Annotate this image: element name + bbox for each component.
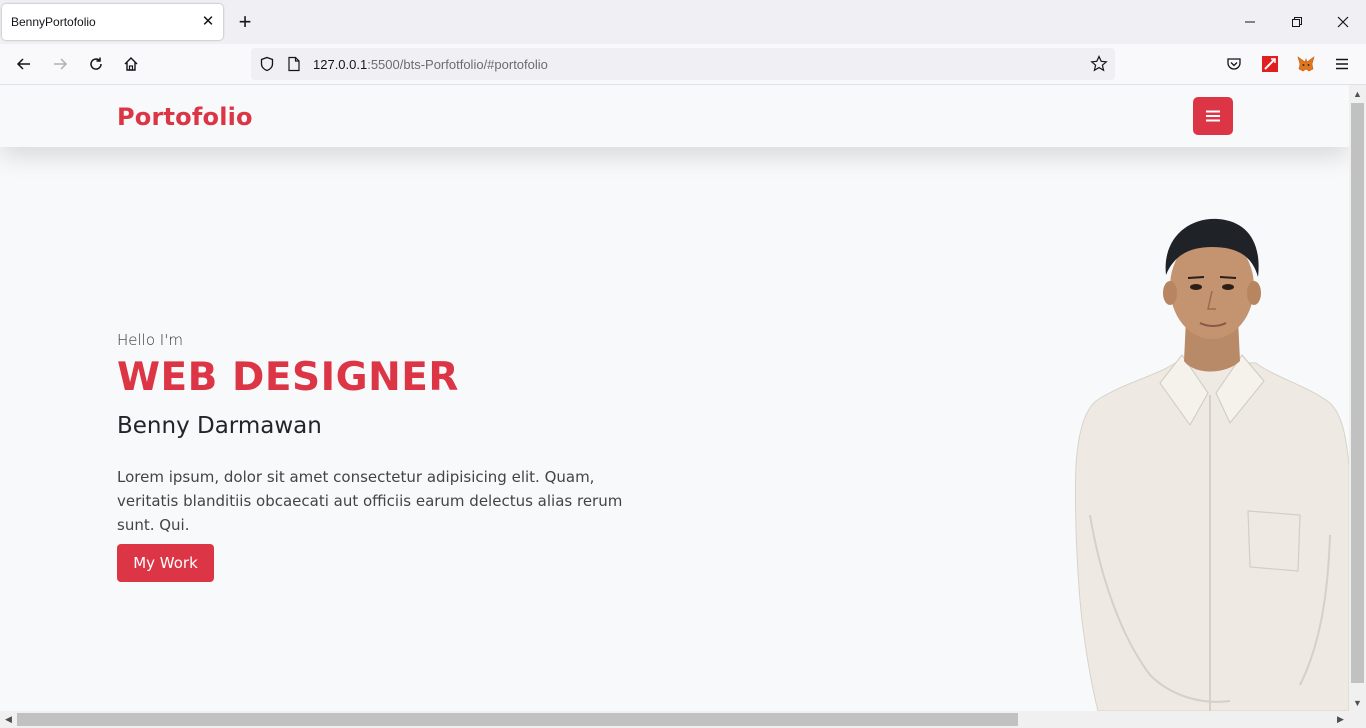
page-icon: [282, 52, 306, 76]
horizontal-scrollbar-thumb[interactable]: [17, 713, 1018, 726]
address-bar[interactable]: 127.0.0.1:5500/bts-Porfotfolio/#portofol…: [251, 48, 1115, 80]
tab-strip: BennyPortofolio ✕ +: [0, 0, 1366, 44]
close-icon[interactable]: [1331, 10, 1355, 34]
url-text[interactable]: 127.0.0.1:5500/bts-Porfotfolio/#portofol…: [313, 57, 548, 72]
extension-icon[interactable]: [1258, 52, 1282, 76]
home-icon[interactable]: [119, 52, 143, 76]
back-icon[interactable]: [12, 52, 36, 76]
hamburger-menu-button[interactable]: [1193, 97, 1233, 135]
browser-tab[interactable]: BennyPortofolio ✕: [2, 4, 223, 40]
minimize-icon[interactable]: [1238, 10, 1262, 34]
vertical-scrollbar[interactable]: ▲ ▼: [1349, 85, 1366, 711]
forward-icon[interactable]: [48, 52, 72, 76]
tab-close-icon[interactable]: ✕: [199, 13, 217, 31]
page-viewport: Portofolio Hello I'm WEB DESIGNER Benny …: [0, 85, 1349, 711]
scroll-right-icon[interactable]: ▶: [1332, 711, 1349, 728]
browser-toolbar: 127.0.0.1:5500/bts-Porfotfolio/#portofol…: [0, 44, 1366, 85]
scroll-up-icon[interactable]: ▲: [1349, 85, 1366, 102]
pocket-icon[interactable]: [1222, 52, 1246, 76]
scroll-down-icon[interactable]: ▼: [1349, 694, 1366, 711]
hero-name: Benny Darmawan: [117, 413, 322, 439]
url-path: :5500/bts-Porfotfolio/#portofolio: [367, 57, 548, 72]
hero-role: WEB DESIGNER: [117, 355, 459, 400]
hero-description: Lorem ipsum, dolor sit amet consectetur …: [117, 468, 623, 534]
bookmark-star-icon[interactable]: [1087, 52, 1111, 76]
hero-greeting: Hello I'm: [117, 331, 183, 349]
reload-icon[interactable]: [84, 52, 108, 76]
url-host: 127.0.0.1: [313, 57, 368, 72]
restore-icon[interactable]: [1285, 10, 1309, 34]
hero-section: Hello I'm WEB DESIGNER Benny Darmawan Lo…: [0, 147, 1349, 711]
new-tab-button[interactable]: +: [233, 10, 257, 34]
brand-logo[interactable]: Portofolio: [117, 103, 253, 131]
profile-photo: [1074, 218, 1349, 711]
menu-icon[interactable]: [1330, 52, 1354, 76]
site-navbar: Portofolio: [0, 85, 1349, 147]
my-work-button[interactable]: My Work: [117, 544, 214, 582]
scroll-left-icon[interactable]: ◀: [0, 711, 17, 728]
metamask-icon[interactable]: [1294, 52, 1318, 76]
vertical-scrollbar-thumb[interactable]: [1351, 103, 1364, 683]
tab-title: BennyPortofolio: [11, 15, 96, 29]
shield-icon[interactable]: [255, 52, 279, 76]
horizontal-scrollbar[interactable]: ◀ ▶: [0, 711, 1366, 728]
hamburger-icon: [1206, 110, 1220, 122]
